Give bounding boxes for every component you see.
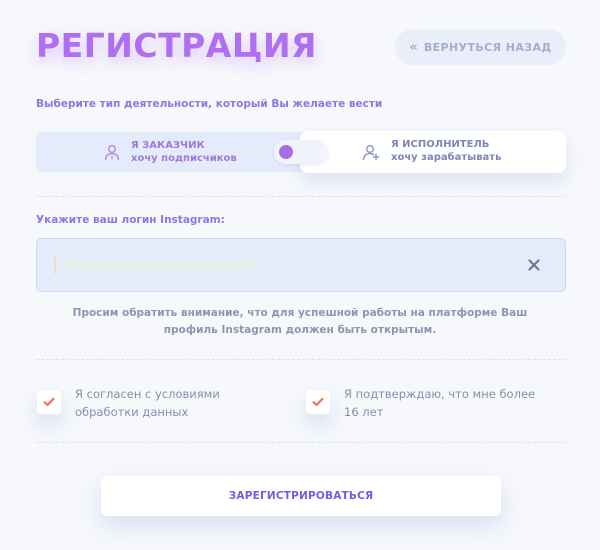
option-customer-title: Я ЗАКАЗЧИК bbox=[131, 140, 205, 151]
activity-type-selector: Я ЗАКАЗЧИК хочу подписчиков Я ИСПОЛНИТЕЛ… bbox=[36, 131, 566, 173]
option-performer-title: Я ИСПОЛНИТЕЛЬ bbox=[391, 139, 490, 150]
divider bbox=[36, 359, 566, 360]
close-icon[interactable] bbox=[527, 258, 541, 272]
back-button[interactable]: « ВЕРНУТЬСЯ НАЗАД bbox=[395, 29, 566, 65]
age-label: Я подтверждаю, что мне более 16 лет bbox=[344, 387, 536, 419]
profile-notice: Просим обратить внимание, что для успешн… bbox=[72, 307, 528, 336]
option-performer-text: Я ИСПОЛНИТЕЛЬ хочу зарабатывать bbox=[391, 138, 501, 164]
instagram-login-input[interactable] bbox=[51, 251, 515, 281]
terms-agreement: Я согласен с условиями обработки данных bbox=[37, 385, 275, 421]
age-checkbox[interactable] bbox=[306, 390, 330, 414]
checkmark-icon bbox=[312, 397, 324, 406]
register-button[interactable]: ЗАРЕГИСТРИРОВАТЬСЯ bbox=[101, 476, 501, 516]
back-button-label: ВЕРНУТЬСЯ НАЗАД bbox=[423, 40, 552, 54]
option-customer-text: Я ЗАКАЗЧИК хочу подписчиков bbox=[131, 139, 237, 165]
toggle-knob bbox=[279, 145, 293, 159]
page-title: РЕГИСТРАЦИЯ bbox=[36, 26, 317, 65]
login-field bbox=[36, 238, 566, 292]
login-label: Укажите ваш логин Instagram: bbox=[36, 214, 225, 226]
user-add-icon bbox=[362, 145, 380, 161]
option-customer-subtitle: хочу подписчиков bbox=[131, 153, 237, 164]
double-chevron-left-icon: « bbox=[409, 39, 418, 55]
option-performer[interactable]: Я ИСПОЛНИТЕЛЬ хочу зарабатывать bbox=[300, 131, 566, 173]
option-performer-subtitle: хочу зарабатывать bbox=[391, 152, 502, 163]
checkmark-icon bbox=[43, 397, 55, 406]
terms-label: Я согласен с условиями обработки данных bbox=[75, 387, 220, 419]
activity-toggle[interactable] bbox=[274, 140, 328, 164]
terms-checkbox[interactable] bbox=[37, 390, 61, 414]
divider bbox=[36, 442, 566, 443]
divider bbox=[36, 196, 566, 197]
user-icon bbox=[104, 145, 120, 161]
activity-type-label: Выберите тип деятельности, который Вы же… bbox=[36, 98, 383, 110]
age-agreement: Я подтверждаю, что мне более 16 лет bbox=[306, 385, 544, 421]
